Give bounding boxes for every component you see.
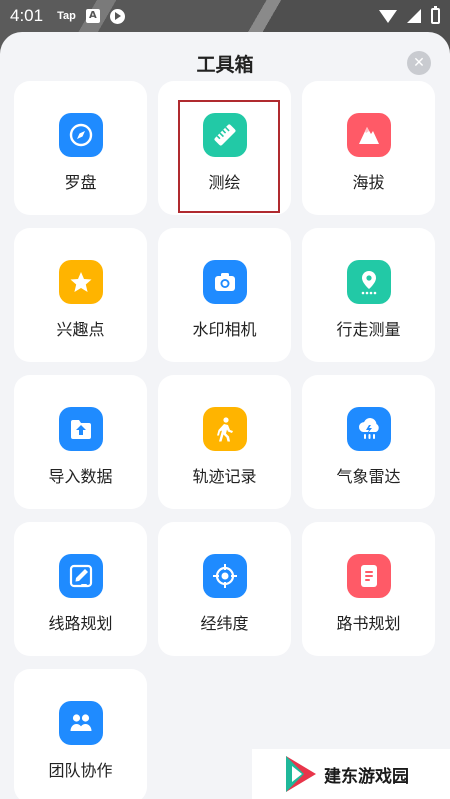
toolbox-sheet: 工具箱 ✕ 罗盘 测绘海拔兴趣点 水印相机 行走测量导入数据 轨迹记录 气象雷达线路规划 经… (0, 32, 450, 799)
wifi-icon (379, 9, 397, 23)
tap-notification-icon: Tap (57, 10, 76, 22)
tool-tile[interactable]: 线路规划 (14, 522, 147, 656)
compass-icon (58, 113, 103, 157)
tool-tile[interactable]: 行走测量 (302, 228, 435, 362)
battery-icon (431, 6, 440, 24)
document-icon (346, 554, 391, 598)
location-pin-icon (346, 260, 391, 304)
tool-tile[interactable]: 海拔 (302, 81, 435, 215)
upload-folder-icon (58, 407, 103, 451)
tool-tile[interactable]: 兴趣点 (14, 228, 147, 362)
tool-grid: 罗盘 测绘海拔兴趣点 水印相机 行走测量导入数据 轨迹记录 气象雷达线路规划 经纬度 路书规划… (14, 81, 435, 799)
tool-label: 兴趣点 (56, 320, 105, 339)
camera-icon (202, 260, 247, 304)
watermark: 建东游戏园 (252, 749, 450, 799)
app-notification-icon: A (85, 9, 100, 23)
selection-highlight (178, 100, 280, 213)
status-bar: 4:01 Tap A (0, 0, 450, 32)
tool-label: 轨迹记录 (192, 467, 257, 486)
tool-label: 海拔 (352, 173, 385, 192)
mountain-icon (346, 113, 391, 157)
watermark-text: 建东游戏园 (324, 766, 409, 787)
play-notification-icon (109, 8, 125, 24)
tool-tile[interactable]: 经纬度 (158, 522, 291, 656)
sheet-title: 工具箱 (196, 54, 254, 76)
tool-label: 水印相机 (192, 320, 257, 339)
tool-label: 路书规划 (336, 614, 401, 633)
tool-label: 行走测量 (336, 320, 401, 339)
tool-label: 经纬度 (200, 614, 249, 633)
signal-icon (407, 9, 421, 23)
tool-tile[interactable]: 轨迹记录 (158, 375, 291, 509)
crosshair-icon (202, 554, 247, 598)
tool-label: 气象雷达 (336, 467, 401, 486)
tool-label: 线路规划 (48, 614, 113, 633)
team-icon (58, 701, 103, 745)
tool-label: 罗盘 (64, 173, 97, 192)
close-button[interactable]: ✕ (407, 51, 431, 75)
tool-label: 团队协作 (48, 761, 113, 780)
star-icon (58, 260, 103, 304)
tool-tile[interactable]: 罗盘 (14, 81, 147, 215)
tool-tile[interactable]: 团队协作 (14, 669, 147, 799)
rain-cloud-icon (346, 407, 391, 451)
tool-tile[interactable]: 水印相机 (158, 228, 291, 362)
tool-tile[interactable]: 测绘 (158, 81, 291, 215)
watermark-logo-icon (284, 754, 318, 794)
tool-tile[interactable]: 气象雷达 (302, 375, 435, 509)
tool-tile[interactable]: 导入数据 (14, 375, 147, 509)
edit-pen-icon (58, 554, 103, 598)
tool-tile[interactable]: 路书规划 (302, 522, 435, 656)
status-time: 4:01 (10, 6, 44, 25)
tool-label: 导入数据 (48, 467, 113, 486)
walking-person-icon (202, 407, 247, 451)
